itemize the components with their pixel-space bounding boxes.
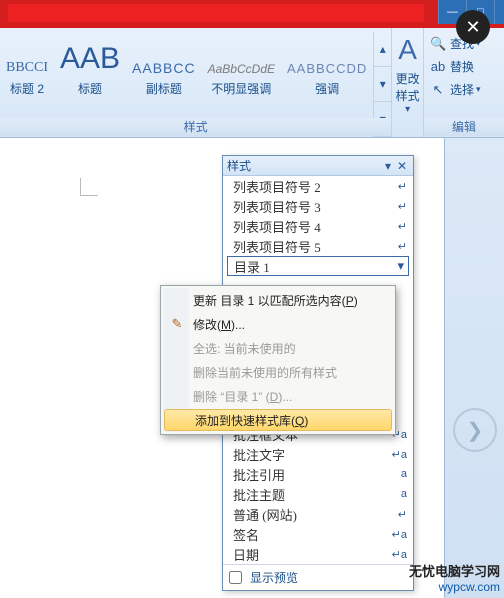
style-item-marker: ↵a	[392, 548, 407, 561]
menu-label: 修改(M)...	[193, 316, 245, 333]
gallery-item-name: 不明显强调	[208, 80, 275, 97]
style-item-marker: ↵	[398, 200, 407, 213]
title-strip	[8, 4, 424, 22]
style-gallery: BBCCI 标题 2 AAB 标题 AABBCC 副标题 AaBbCcDdE 不明显强调 AAB…	[0, 28, 392, 137]
menu-label: 删除当前未使用的所有样式	[193, 364, 337, 381]
style-item-marker: ↵	[398, 508, 407, 521]
style-item[interactable]: 批注文字↵a	[223, 444, 413, 464]
style-item[interactable]: 列表项目符号 3↵	[223, 196, 413, 216]
menu-label: 全选: 当前未使用的	[193, 340, 296, 357]
right-column: ❯	[444, 138, 504, 598]
style-item-marker: ↵a	[392, 528, 407, 541]
replace-button[interactable]: ab 替换	[430, 55, 500, 78]
menu-label: 更新 目录 1 以匹配所选内容(P)	[193, 292, 358, 309]
style-item-label: 列表项目符号 3	[233, 197, 398, 216]
title-bar: — □	[0, 0, 504, 28]
gallery-down-button[interactable]: ▾	[374, 67, 391, 102]
page-corner-mark	[80, 178, 98, 196]
style-item[interactable]: 批注主题a	[223, 484, 413, 504]
styles-list-above: 列表项目符号 2↵列表项目符号 3↵列表项目符号 4↵列表项目符号 5↵	[223, 176, 413, 256]
style-item-label: 批注主题	[233, 485, 401, 504]
style-item-selected[interactable]: 目录 1 ▾	[227, 256, 409, 276]
show-preview-checkbox[interactable]: 显示预览	[223, 565, 413, 590]
style-item-marker: a	[401, 468, 407, 480]
style-item-label: 列表项目符号 5	[233, 237, 398, 256]
watermark-line1: 无忧电脑学习网	[409, 561, 500, 580]
menu-modify[interactable]: ✎ 修改(M)...	[163, 312, 393, 336]
gallery-up-button[interactable]: ▴	[374, 32, 391, 67]
style-item-dropdown-icon[interactable]: ▾	[397, 258, 404, 274]
watermark-line2: wypcw.com	[409, 580, 500, 594]
style-item-marker: ↵	[398, 180, 407, 193]
gallery-item-name: 强调	[287, 80, 367, 97]
select-button[interactable]: ↖ 选择 ▾	[430, 78, 500, 101]
styles-pane-title: 样式	[227, 157, 381, 174]
gallery-item-name: 标题	[60, 80, 120, 97]
style-item[interactable]: 日期↵a	[223, 544, 413, 564]
watermark: 无忧电脑学习网 wypcw.com	[409, 561, 500, 594]
chevron-right-icon: ❯	[467, 418, 484, 443]
replace-icon: ab	[430, 59, 446, 74]
style-item[interactable]: 列表项目符号 2↵	[223, 176, 413, 196]
change-styles-icon: A	[392, 34, 423, 66]
style-item[interactable]: 列表项目符号 4↵	[223, 216, 413, 236]
binoculars-icon: 🔍	[430, 36, 446, 52]
window-edge	[494, 0, 504, 24]
styles-list-below: 批注框文本↵a批注文字↵a批注引用a批注主题a普通 (网站)↵签名↵a日期↵a	[223, 424, 413, 564]
styles-pane-titlebar: 样式 ▾ ✕	[223, 156, 413, 176]
style-item-label: 普通 (网站)	[233, 505, 398, 524]
style-item[interactable]: 签名↵a	[223, 524, 413, 544]
menu-delete-all-unused: 删除当前未使用的所有样式	[163, 360, 393, 384]
style-item-label: 签名	[233, 525, 392, 544]
gallery-item-name: 副标题	[132, 80, 196, 97]
gallery-item-name: 标题 2	[6, 80, 48, 97]
style-item-label: 批注引用	[233, 465, 401, 484]
ribbon: BBCCI 标题 2 AAB 标题 AABBCC 副标题 AaBbCcDdE 不明显强调 AAB…	[0, 28, 504, 138]
show-preview-input[interactable]	[229, 571, 242, 584]
style-item[interactable]: 列表项目符号 5↵	[223, 236, 413, 256]
style-item-label: 列表项目符号 2	[233, 177, 398, 196]
menu-delete-style: 删除 “目录 1” (D)...	[163, 384, 393, 408]
close-overlay-button[interactable]: ✕	[456, 10, 490, 44]
show-preview-label: 显示预览	[250, 569, 298, 586]
gallery-preview: AaBbCcDdE	[208, 62, 275, 76]
change-styles-label: 更改样式	[392, 70, 423, 104]
group-label-styles: 样式	[0, 118, 391, 136]
style-item[interactable]: 普通 (网站)↵	[223, 504, 413, 524]
menu-label: 删除 “目录 1” (D)...	[193, 388, 292, 405]
editing-group: 🔍 查找 ▾ ab 替换 ↖ 选择 ▾ 编辑	[424, 28, 504, 137]
menu-update-to-match[interactable]: 更新 目录 1 以匹配所选内容(P)	[163, 288, 393, 312]
group-label-editing: 编辑	[424, 118, 504, 136]
menu-select-all: 全选: 当前未使用的	[163, 336, 393, 360]
gallery-preview: BBCCI	[6, 60, 48, 76]
style-context-menu: 更新 目录 1 以匹配所选内容(P) ✎ 修改(M)... 全选: 当前未使用的…	[160, 285, 396, 435]
style-item-label: 批注文字	[233, 445, 392, 464]
style-item-label: 列表项目符号 4	[233, 217, 398, 236]
style-item-label: 目录 1	[234, 257, 397, 276]
style-item[interactable]: 批注引用a	[223, 464, 413, 484]
gallery-preview: AABBCC	[132, 60, 196, 76]
menu-label: 添加到快速样式库(Q)	[195, 412, 308, 429]
replace-label: 替换	[450, 58, 474, 75]
gallery-preview: AABBCCDD	[287, 61, 367, 76]
menu-add-to-quick-styles[interactable]: 添加到快速样式库(Q)	[164, 409, 392, 431]
cursor-icon: ↖	[430, 82, 446, 98]
next-page-circle-button[interactable]: ❯	[453, 408, 497, 452]
style-item-label: 日期	[233, 545, 392, 564]
gallery-preview: AAB	[60, 42, 120, 76]
style-item-marker: a	[401, 488, 407, 500]
style-item-marker: ↵	[398, 240, 407, 253]
styles-pane-menu-button[interactable]: ▾	[381, 159, 395, 173]
style-item-marker: ↵	[398, 220, 407, 233]
style-item-marker: ↵a	[392, 448, 407, 461]
styles-pane-close-button[interactable]: ✕	[395, 159, 409, 173]
modify-icon: ✎	[168, 315, 186, 333]
change-styles-button[interactable]: A 更改样式 ▾	[392, 28, 424, 137]
select-label: 选择	[450, 81, 474, 98]
